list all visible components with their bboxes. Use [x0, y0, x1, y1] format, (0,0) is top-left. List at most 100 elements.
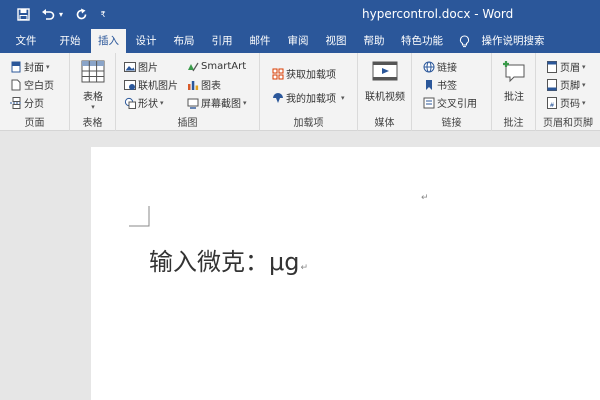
link-button[interactable]: 链接 [423, 58, 457, 75]
group-label-header-footer: 页眉和页脚 [543, 118, 593, 129]
chart-button[interactable]: 图表 [187, 76, 221, 93]
document-body-text[interactable]: 输入微克：μg↵ [149, 242, 308, 277]
my-addins-label: 我的加载项 [286, 94, 336, 105]
pictures-button[interactable]: 图片 [124, 58, 158, 75]
group-pages: 封面 ▾ 空白页 分页 页面 [0, 53, 70, 131]
page-number-button[interactable]: # 页码 ▾ [546, 94, 586, 111]
bookmark-label: 书签 [437, 81, 457, 92]
link-icon [423, 61, 435, 73]
cover-page-icon [10, 61, 22, 73]
group-label-media: 媒体 [374, 118, 395, 129]
get-addins-button[interactable]: 获取加载项 [272, 65, 336, 82]
chevron-down-icon: ▾ [341, 93, 345, 102]
shapes-label: 形状 [138, 99, 158, 110]
tell-me-search[interactable]: 操作说明搜索 [478, 29, 548, 53]
tab-references[interactable]: 引用 [204, 29, 240, 53]
chevron-down-icon: ▾ [91, 103, 95, 111]
pictures-label: 图片 [138, 63, 158, 74]
cover-page-label: 封面 [24, 63, 44, 74]
bookmark-button[interactable]: 书签 [423, 76, 457, 93]
tab-help[interactable]: 帮助 [356, 29, 392, 53]
comment-icon [502, 60, 526, 84]
smartart-icon [187, 61, 199, 73]
blank-page-icon [10, 79, 22, 91]
tab-features[interactable]: 特色功能 [396, 29, 448, 53]
get-addins-label: 获取加载项 [286, 70, 336, 81]
footer-button[interactable]: 页脚 ▾ [546, 76, 586, 93]
paragraph-mark: ↵ [300, 263, 309, 273]
chevron-down-icon: ▾ [582, 80, 586, 89]
group-label-pages: 页面 [24, 118, 45, 129]
undo-icon[interactable] [40, 5, 56, 23]
tab-mailings[interactable]: 邮件 [242, 29, 278, 53]
chevron-down-icon: ▾ [582, 62, 586, 71]
group-comments: 批注 批注 [492, 53, 536, 131]
my-addins-icon [272, 92, 284, 104]
cross-reference-icon [423, 97, 435, 109]
document-workspace: ↵ 输入微克：μg↵ [0, 131, 600, 400]
header-button[interactable]: 页眉 ▾ [546, 58, 586, 75]
customize-qat-icon[interactable]: ₹ [97, 5, 109, 23]
cross-reference-button[interactable]: 交叉引用 [423, 94, 477, 111]
screenshot-icon [187, 97, 199, 109]
table-icon [81, 60, 105, 84]
paragraph-mark: ↵ [421, 193, 429, 203]
link-label: 链接 [437, 63, 457, 74]
smartart-button[interactable]: SmartArt [187, 58, 246, 75]
blank-page-label: 空白页 [24, 81, 54, 92]
document-page[interactable]: ↵ 输入微克：μg↵ [91, 147, 600, 400]
header-label: 页眉 [560, 63, 580, 74]
chevron-down-icon: ▾ [243, 98, 247, 107]
shapes-icon [124, 97, 136, 109]
online-pictures-label: 联机图片 [138, 81, 178, 92]
page-number-label: 页码 [560, 99, 580, 110]
chart-icon [187, 79, 199, 91]
tab-file[interactable]: 文件 [6, 29, 46, 53]
bookmark-icon [423, 79, 435, 91]
online-picture-icon [124, 79, 136, 91]
cover-page-button[interactable]: 封面 ▾ [10, 58, 50, 75]
tab-design[interactable]: 设计 [128, 29, 164, 53]
blank-page-button[interactable]: 空白页 [10, 76, 54, 93]
smartart-label: SmartArt [201, 61, 247, 72]
ribbon-tabs: 文件 开始 插入 设计 布局 引用 邮件 审阅 视图 帮助 特色功能 操作说明搜… [0, 29, 600, 53]
page-number-icon: # [546, 96, 558, 109]
online-pictures-button[interactable]: 联机图片 [124, 76, 178, 93]
tab-review[interactable]: 审阅 [280, 29, 316, 53]
document-text: 输入微克：μg [149, 248, 300, 276]
lightbulb-icon [458, 29, 470, 53]
title-bar: ▾ ₹ hypercontrol.docx - Word [0, 0, 600, 29]
group-label-tables: 表格 [82, 118, 103, 129]
picture-icon [124, 61, 136, 73]
table-button[interactable]: 表格 ▾ [70, 60, 116, 111]
page-break-button[interactable]: 分页 [10, 94, 44, 111]
page-break-label: 分页 [24, 99, 44, 110]
my-addins-button[interactable]: 我的加载项 ▾ [272, 89, 345, 106]
video-icon [372, 60, 398, 84]
chevron-down-icon: ▾ [46, 62, 50, 71]
save-icon[interactable] [14, 5, 32, 23]
group-addins: 获取加载项 我的加载项 ▾ 加载项 [260, 53, 358, 131]
tab-view[interactable]: 视图 [318, 29, 354, 53]
chevron-down-icon: ▾ [582, 98, 586, 107]
new-comment-button[interactable]: 批注 [492, 60, 536, 103]
screenshot-button[interactable]: 屏幕截图 ▾ [187, 94, 247, 111]
store-icon [272, 68, 284, 80]
screenshot-label: 屏幕截图 [201, 99, 241, 110]
ribbon: 封面 ▾ 空白页 分页 页面 表格 ▾ 表格 图片 联机图片 形状 ▾ Smar… [0, 53, 600, 131]
group-label-illustrations: 插图 [177, 118, 198, 129]
window-title: hypercontrol.docx - Word [362, 7, 514, 21]
redo-icon[interactable] [73, 5, 89, 23]
undo-dropdown-icon[interactable]: ▾ [56, 5, 66, 23]
group-header-footer: 页眉 ▾ 页脚 ▾ # 页码 ▾ 页眉和页脚 [536, 53, 600, 131]
online-video-button[interactable]: 联机视频 [358, 60, 412, 103]
shapes-button[interactable]: 形状 ▾ [124, 94, 164, 111]
group-media: 联机视频 媒体 [358, 53, 412, 131]
header-icon [546, 60, 558, 73]
tab-home[interactable]: 开始 [50, 29, 90, 53]
footer-label: 页脚 [560, 81, 580, 92]
group-label-comments: 批注 [503, 118, 524, 129]
tab-insert[interactable]: 插入 [91, 29, 126, 53]
page-break-icon [10, 96, 22, 109]
tab-layout[interactable]: 布局 [166, 29, 202, 53]
